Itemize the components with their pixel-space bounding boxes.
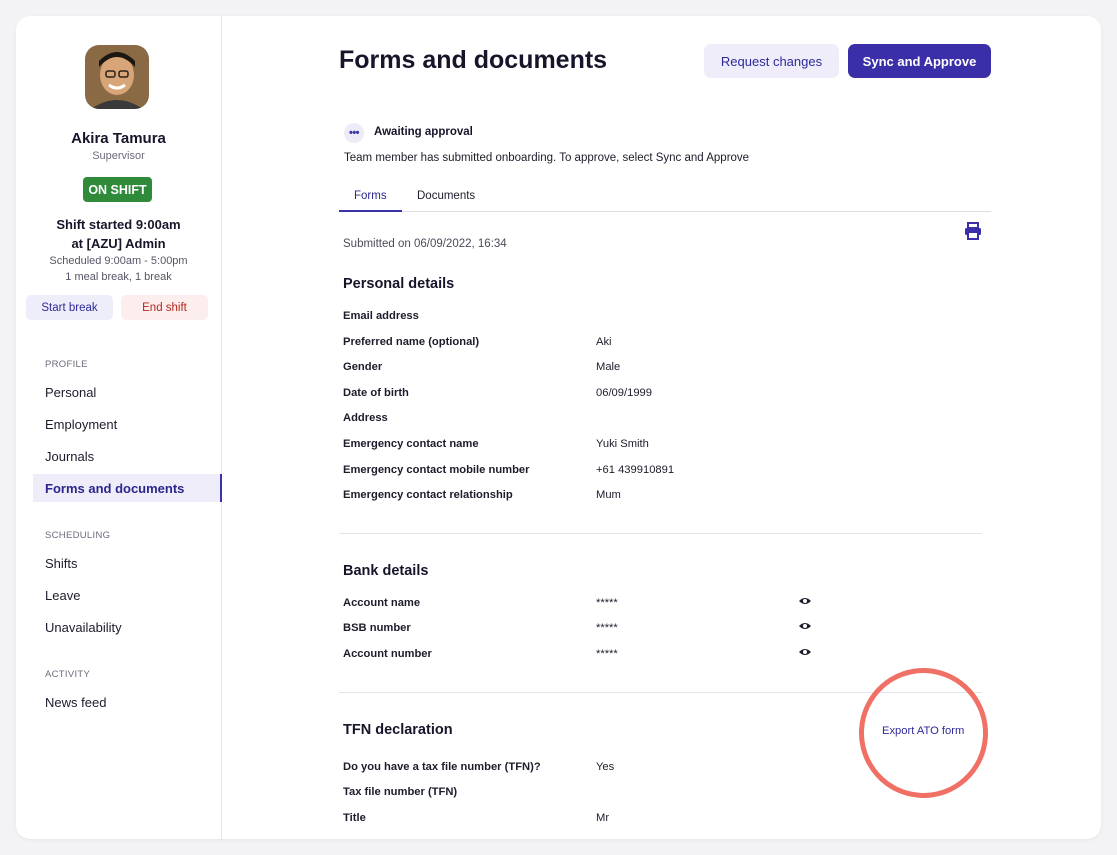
field-value: +61 439910891: [596, 464, 675, 476]
sidebar-item-journals[interactable]: Journals: [33, 442, 222, 470]
eye-icon[interactable]: [798, 621, 812, 631]
page-title: Forms and documents: [339, 46, 608, 74]
user-name: Akira Tamura: [71, 130, 166, 147]
field-label: Account number: [343, 648, 432, 660]
sidebar-item-forms-and-documents[interactable]: Forms and documents: [33, 474, 222, 502]
shift-breaks: 1 meal break, 1 break: [65, 271, 172, 283]
request-changes-button[interactable]: Request changes: [704, 44, 839, 78]
status-badge: ON SHIFT: [83, 177, 152, 202]
active-tab-indicator: [339, 210, 402, 212]
field-label: Emergency contact relationship: [343, 489, 513, 501]
divider: [339, 533, 982, 534]
sidebar: Akira Tamura Supervisor ON SHIFT Shift s…: [16, 16, 222, 839]
tab-bar: Forms Documents: [339, 184, 991, 212]
sidebar-item-news-feed[interactable]: News feed: [33, 688, 222, 716]
field-label: Account name: [343, 597, 421, 609]
sidebar-item-unavailability[interactable]: Unavailability: [33, 613, 222, 641]
field-value: Aki: [596, 336, 612, 348]
end-shift-button[interactable]: End shift: [121, 295, 208, 320]
field-label: Preferred name (optional): [343, 336, 480, 348]
status-title: Awaiting approval: [374, 126, 473, 138]
sidebar-item-personal[interactable]: Personal: [33, 378, 222, 406]
field-label: Do you have a tax file number (TFN)?: [343, 761, 541, 773]
shift-location: at [AZU] Admin: [71, 236, 166, 251]
field-value: Yuki Smith: [596, 438, 649, 450]
user-role: Supervisor: [92, 150, 145, 162]
field-label: Tax file number (TFN): [343, 786, 458, 798]
tfn-declaration-title: TFN declaration: [343, 722, 453, 738]
nav-section-activity: ACTIVITY: [45, 669, 91, 680]
field-value: Mum: [596, 489, 621, 501]
tab-forms[interactable]: Forms: [354, 190, 387, 202]
field-value: *****: [596, 597, 618, 609]
field-label: BSB number: [343, 622, 411, 634]
sidebar-item-employment[interactable]: Employment: [33, 410, 222, 438]
nav-section-scheduling: SCHEDULING: [45, 530, 111, 541]
bank-details-title: Bank details: [343, 563, 429, 579]
status-text: Team member has submitted onboarding. To…: [344, 152, 750, 164]
shift-started: Shift started 9:00am: [56, 217, 181, 232]
field-label: Emergency contact name: [343, 438, 479, 450]
field-label: Email address: [343, 310, 419, 322]
highlight-circle: [850, 659, 997, 807]
profile-card: Akira Tamura Supervisor ON SHIFT Shift s…: [16, 16, 1101, 839]
field-value: *****: [596, 622, 618, 634]
sidebar-item-leave[interactable]: Leave: [33, 581, 222, 609]
field-label: Emergency contact mobile number: [343, 464, 530, 476]
field-value: Yes: [596, 761, 615, 773]
more-icon: •••: [344, 123, 364, 143]
field-label: Gender: [343, 361, 383, 373]
field-label: Address: [343, 412, 388, 424]
sync-approve-button[interactable]: Sync and Approve: [848, 44, 991, 78]
print-icon[interactable]: [963, 221, 983, 241]
field-value: *****: [596, 648, 618, 660]
shift-scheduled: Scheduled 9:00am - 5:00pm: [49, 255, 188, 267]
field-value: Mr: [596, 812, 610, 824]
field-value: Male: [596, 361, 621, 373]
field-label: Date of birth: [343, 387, 409, 399]
eye-icon[interactable]: [798, 596, 812, 606]
personal-details-title: Personal details: [343, 276, 455, 292]
field-value: 06/09/1999: [596, 387, 652, 399]
start-break-button[interactable]: Start break: [26, 295, 113, 320]
avatar: [85, 45, 149, 109]
sidebar-item-shifts[interactable]: Shifts: [33, 549, 222, 577]
eye-icon[interactable]: [798, 647, 812, 657]
nav-section-profile: PROFILE: [45, 359, 88, 370]
tab-documents[interactable]: Documents: [417, 190, 475, 202]
field-label: Title: [343, 812, 366, 824]
submitted-date: Submitted on 06/09/2022, 16:34: [343, 238, 507, 250]
main-content: Forms and documents Request changes Sync…: [222, 16, 1101, 839]
